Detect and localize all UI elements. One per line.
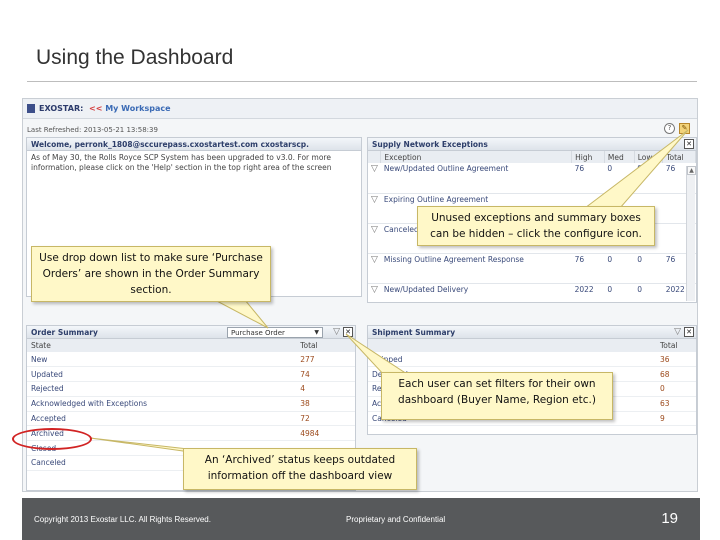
table-row[interactable]: Rejected 4 (27, 381, 355, 397)
column-header-exception[interactable]: Exception (380, 151, 573, 163)
shipment-panel-header: Shipment Summary ▽ ✕ (368, 326, 696, 339)
supply-panel-title: Supply Network Exceptions (372, 140, 488, 149)
configure-callout: Unused exceptions and summary boxes can … (417, 206, 655, 246)
exception-med: 0 (604, 253, 635, 284)
order-total[interactable]: 4984 (296, 425, 355, 442)
footer-confidential: Proprietary and Confidential (346, 515, 446, 524)
breadcrumb-back[interactable]: << (89, 104, 102, 113)
dropdown-arrow-icon[interactable]: ▼ (314, 329, 319, 336)
order-state[interactable]: Updated (27, 366, 297, 383)
order-panel-title: Order Summary (31, 328, 98, 337)
last-refreshed: Last Refreshed: 2013-05-21 13:58:39 (27, 126, 158, 134)
welcome-message: As of May 30, the Rolls Royce SCP System… (31, 153, 332, 172)
slide-title: Using the Dashboard (36, 46, 234, 69)
shipment-total[interactable]: 63 (656, 396, 696, 412)
order-total[interactable]: 4 (296, 381, 355, 397)
brand-name: EXOSTAR: (39, 104, 84, 113)
shipment-total[interactable]: 0 (656, 381, 696, 397)
shipment-total[interactable]: 68 (656, 366, 696, 383)
filter-icon[interactable]: ▽ (333, 327, 340, 337)
order-type-select[interactable]: Purchase Order ▼ (227, 327, 323, 338)
close-icon[interactable]: ✕ (343, 327, 353, 337)
archived-highlight (12, 428, 92, 450)
exception-high: 76 (571, 163, 605, 194)
order-state[interactable]: New (27, 352, 297, 368)
shipment-panel-title: Shipment Summary (372, 328, 456, 337)
close-icon[interactable]: ✕ (684, 139, 694, 149)
table-row[interactable]: ▽ New/Updated Outline Agreement 76 0 0 7… (368, 163, 696, 194)
column-header-state[interactable]: State (27, 339, 297, 352)
help-icon[interactable]: ? (664, 123, 675, 134)
column-header-high[interactable]: High (571, 151, 605, 163)
slide-footer: Copyright 2013 Exostar LLC. All Rights R… (22, 498, 700, 540)
table-row[interactable]: ▽ Missing Outline Agreement Response 76 … (368, 253, 696, 284)
table-header-row: Exception High Med Low Total (368, 151, 696, 163)
order-total[interactable]: 72 (296, 411, 355, 427)
exception-name[interactable]: New/Updated Delivery (380, 283, 572, 302)
exception-low: 0 (634, 253, 663, 284)
footer-copyright: Copyright 2013 Exostar LLC. All Rights R… (34, 515, 211, 524)
order-state[interactable]: Accepted (27, 411, 297, 427)
table-row[interactable]: Accepted 72 (27, 411, 355, 427)
column-header-low[interactable]: Low (634, 151, 664, 163)
column-header-med[interactable]: Med (604, 151, 635, 163)
title-divider (27, 81, 697, 82)
exception-low: 0 (634, 163, 663, 194)
filter-icon[interactable]: ▽ (368, 283, 381, 302)
configure-icon[interactable]: ✎ (679, 123, 690, 134)
archived-callout: An ‘Archived’ status keeps outdated info… (183, 448, 417, 490)
column-header-filter (368, 151, 382, 163)
exception-name[interactable]: Missing Outline Agreement Response (380, 253, 572, 284)
exception-med: 0 (604, 283, 635, 302)
table-row[interactable]: Updated 74 (27, 366, 355, 383)
order-state[interactable]: Rejected (27, 381, 297, 397)
shipment-state[interactable]: Shipped (368, 352, 656, 368)
shipment-total[interactable]: 9 (656, 411, 696, 427)
exception-name[interactable]: New/Updated Outline Agreement (380, 163, 572, 194)
column-header-total[interactable]: Total (296, 339, 355, 352)
column-header-total[interactable]: Total (656, 339, 696, 352)
order-state[interactable]: Acknowledged with Exceptions (27, 396, 297, 412)
welcome-title: Welcome, perronk_1808@sccurepass.cxostar… (27, 138, 361, 151)
filter-icon[interactable]: ▽ (368, 193, 381, 224)
supply-panel-header: Supply Network Exceptions ✕ (368, 138, 696, 151)
exception-high: 76 (571, 253, 605, 284)
filter-icon[interactable]: ▽ (368, 223, 381, 254)
shipment-total[interactable]: 36 (656, 352, 696, 368)
exception-med: 0 (604, 163, 635, 194)
column-header-state[interactable] (368, 339, 656, 352)
filter-icon[interactable]: ▽ (368, 163, 381, 194)
table-header-row: State Total (27, 339, 355, 352)
order-type-value: Purchase Order (231, 329, 285, 337)
table-row[interactable]: Shipped 36 (368, 352, 696, 368)
scroll-up-icon[interactable]: ▲ (687, 166, 696, 175)
exception-low: 0 (634, 283, 663, 302)
order-panel-header: Order Summary Purchase Order ▼ ▽ ✕ (27, 326, 355, 339)
filter-icon[interactable]: ▽ (674, 327, 681, 337)
dropdown-callout: Use drop down list to make sure ‘Purchas… (31, 246, 271, 302)
table-header-row: Total (368, 339, 696, 352)
order-total[interactable]: 38 (296, 396, 355, 412)
breadcrumb-my-workspace[interactable]: My Workspace (105, 104, 170, 113)
table-row[interactable]: ▽ New/Updated Delivery 2022 0 0 2022 (368, 283, 696, 302)
exostar-logo-icon (27, 104, 35, 113)
close-icon[interactable]: ✕ (684, 327, 694, 337)
supply-scrollbar[interactable]: ▲ (686, 166, 696, 301)
filters-callout: Each user can set filters for their own … (381, 372, 613, 420)
exception-high: 2022 (571, 283, 605, 302)
table-row[interactable]: New 277 (27, 352, 355, 368)
table-row[interactable]: Acknowledged with Exceptions 38 (27, 396, 355, 412)
filter-icon[interactable]: ▽ (368, 253, 381, 284)
dashboard-tools: ? ✎ (664, 123, 697, 135)
app-header: EXOSTAR: << My Workspace (23, 99, 697, 119)
breadcrumb[interactable]: << My Workspace (89, 104, 171, 113)
page-number: 19 (661, 510, 678, 527)
order-total[interactable]: 74 (296, 366, 355, 383)
order-total[interactable]: 277 (296, 352, 355, 368)
column-header-total[interactable]: Total (662, 151, 696, 163)
